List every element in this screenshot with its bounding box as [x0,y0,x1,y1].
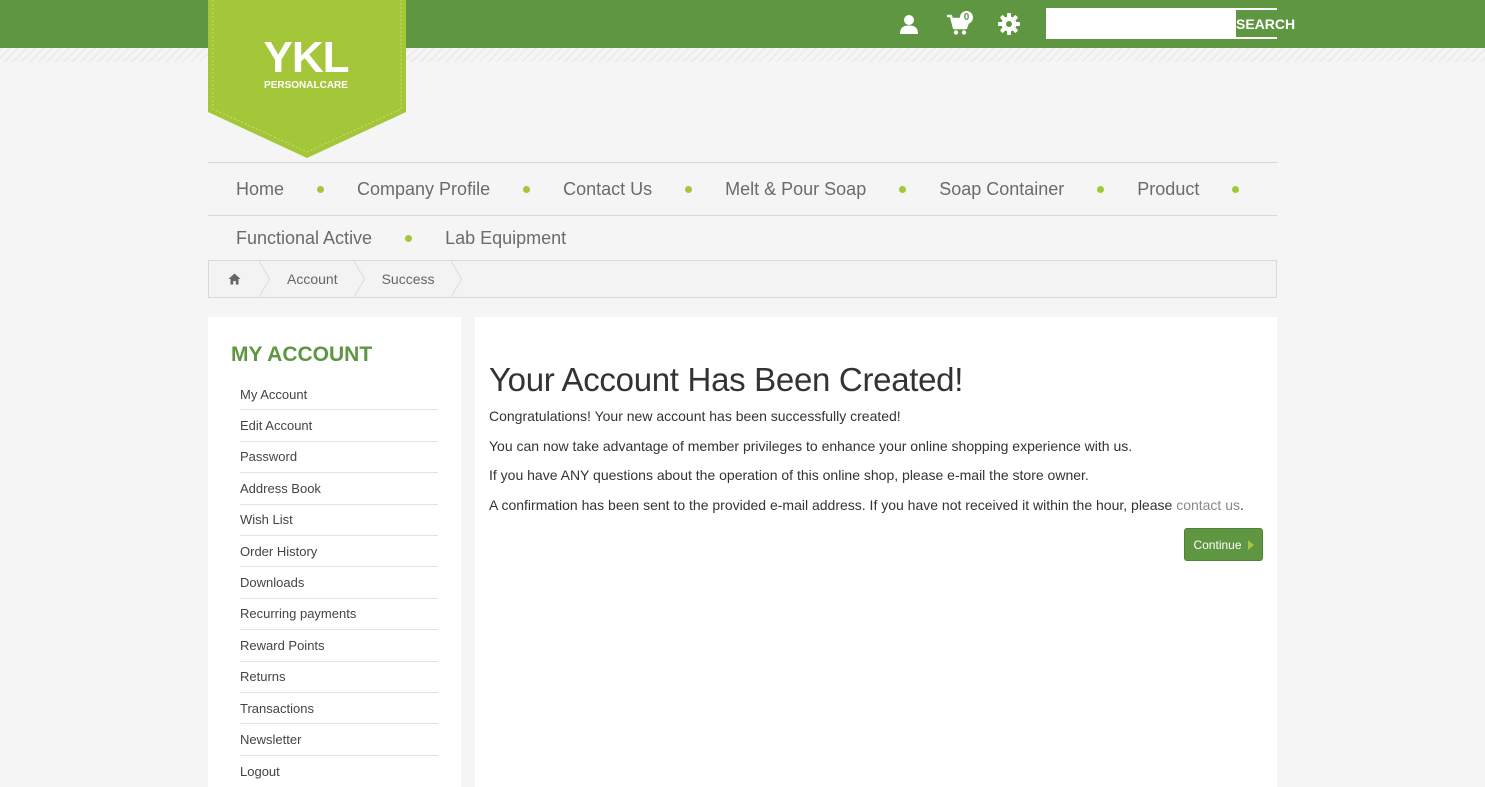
sidebar-item-reward-points[interactable]: Reward Points [240,630,438,662]
nav-item-contact-us[interactable]: Contact Us [563,179,652,200]
breadcrumb: Account Success [208,260,1277,298]
sidebar-item-returns[interactable]: Returns [240,662,438,693]
nav-row-2: Functional Active Lab Equipment [208,215,1277,261]
sidebar-item-address-book[interactable]: Address Book [240,473,438,505]
nav-item-lab-equipment[interactable]: Lab Equipment [445,228,566,249]
sidebar-item-downloads[interactable]: Downloads [240,567,438,599]
nav-separator-dot [1097,185,1105,193]
page-title: Your Account Has Been Created! [489,361,964,398]
nav-separator-dot [1232,185,1240,193]
logo-main-text: YKL [263,33,350,82]
confirmation-text-body: A confirmation has been sent to the prov… [489,497,1177,513]
continue-button[interactable]: Continue [1184,528,1263,561]
breadcrumb-item-success[interactable]: Success [362,260,462,298]
sidebar-list: My Account Edit Account Password Address… [240,379,438,787]
sidebar-item-my-account[interactable]: My Account [240,379,438,411]
sidebar-item-edit-account[interactable]: Edit Account [240,410,438,442]
nav-item-melt-pour-soap[interactable]: Melt & Pour Soap [725,179,866,200]
nav-separator-dot [317,185,325,193]
sidebar-title: MY ACCOUNT [231,343,373,366]
account-sidebar: MY ACCOUNT My Account Edit Account Passw… [208,317,461,787]
nav-separator-dot [405,235,413,242]
breadcrumb-home[interactable] [209,260,270,298]
breadcrumb-item-account[interactable]: Account [267,260,365,298]
logo-text: YKL PERSONALCARE [208,36,404,92]
main-content: Your Account Has Been Created! Congratul… [475,317,1277,787]
nav-item-home[interactable]: Home [236,179,284,200]
gear-icon[interactable] [995,10,1023,38]
sidebar-item-wish-list[interactable]: Wish List [240,505,438,536]
nav-row-1: Home Company Profile Contact Us Melt & P… [208,162,1277,215]
nav-separator-dot [523,185,531,193]
sidebar-item-order-history[interactable]: Order History [240,536,438,568]
sidebar-item-recurring-payments[interactable]: Recurring payments [240,599,438,631]
questions-text: If you have ANY questions about the oper… [489,467,1089,483]
logo-sub-text: PERSONALCARE [264,80,348,91]
search-box: SEARCH [1046,8,1296,39]
sidebar-item-password[interactable]: Password [240,442,438,474]
cart-count-badge: 0 [960,11,973,24]
main-nav: Home Company Profile Contact Us Melt & P… [208,162,1277,261]
search-button[interactable]: SEARCH [1236,10,1296,37]
contact-us-link[interactable]: contact us [1176,497,1240,513]
nav-item-functional-active[interactable]: Functional Active [236,228,372,249]
top-icons: 0 [895,10,1023,38]
confirmation-text: A confirmation has been sent to the prov… [489,497,1244,513]
privileges-text: You can now take advantage of member pri… [489,438,1133,454]
confirmation-text-end: . [1240,497,1244,513]
sidebar-item-logout[interactable]: Logout [240,756,438,787]
user-icon[interactable] [895,10,923,38]
nav-separator-dot [685,185,693,193]
caret-right-icon [1247,539,1254,550]
congrats-text: Congratulations! Your new account has be… [489,408,901,424]
home-icon [228,273,241,285]
nav-separator-dot [899,185,907,193]
logo[interactable]: YKL PERSONALCARE [208,0,407,160]
nav-item-company-profile[interactable]: Company Profile [357,179,490,200]
sidebar-item-transactions[interactable]: Transactions [240,693,438,725]
search-input[interactable] [1048,10,1236,37]
sidebar-item-newsletter[interactable]: Newsletter [240,724,438,756]
continue-button-label: Continue [1193,537,1242,552]
cart-icon[interactable]: 0 [945,10,973,38]
nav-item-soap-container[interactable]: Soap Container [939,179,1064,200]
nav-item-product[interactable]: Product [1137,179,1199,200]
